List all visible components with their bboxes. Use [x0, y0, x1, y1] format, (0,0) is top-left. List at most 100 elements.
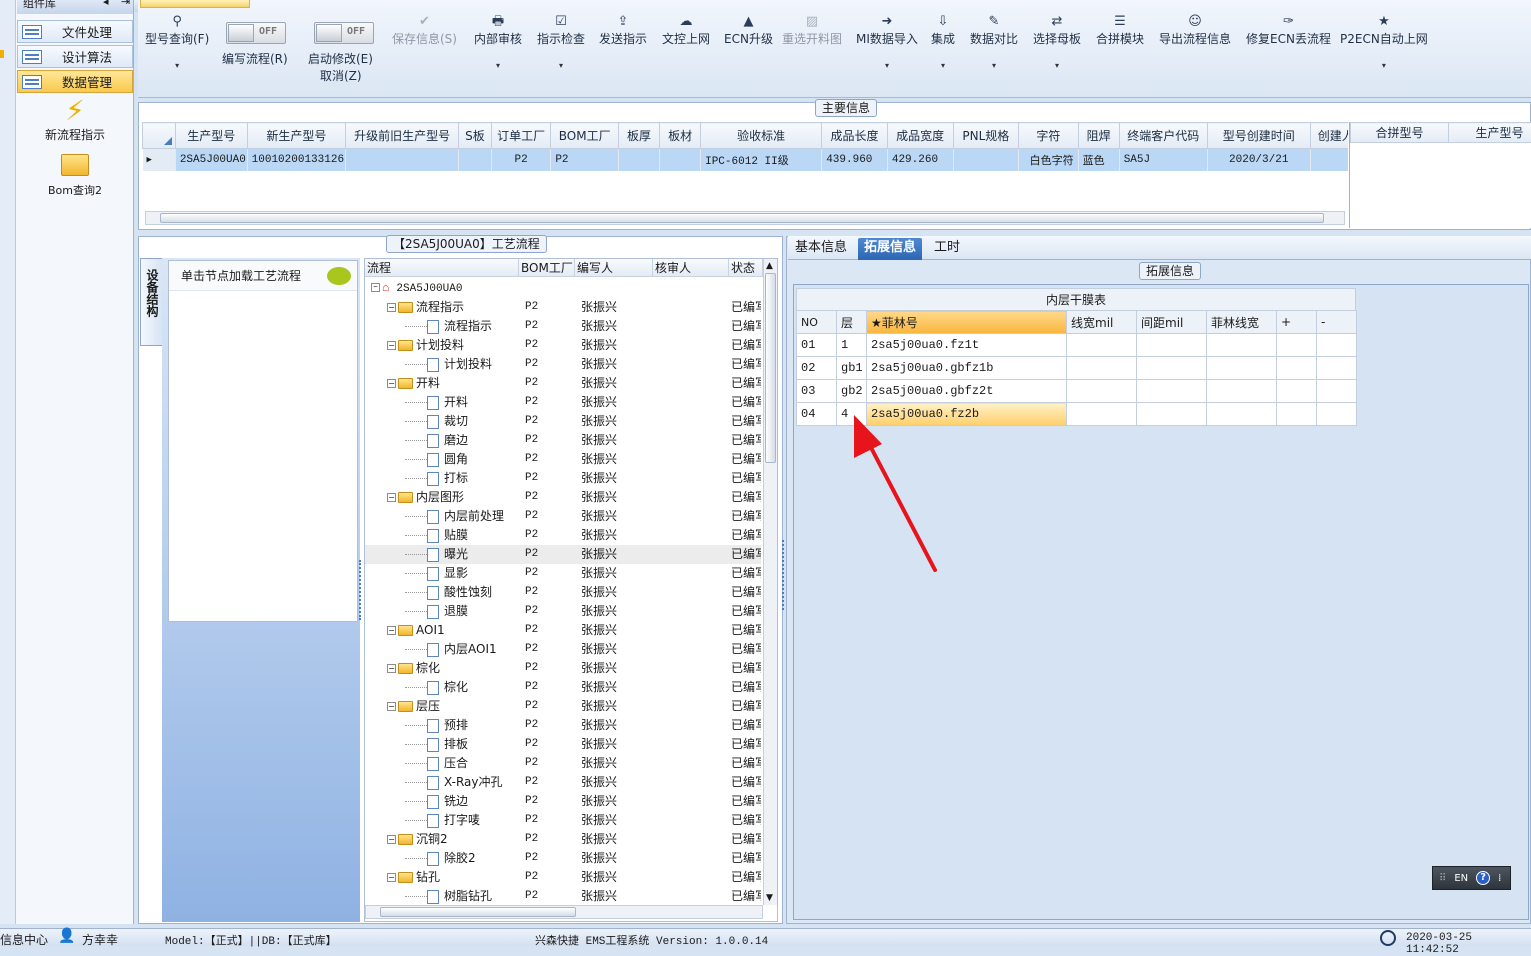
column-header[interactable]: 成品长度 [822, 123, 888, 149]
collapse-icon[interactable]: − [387, 702, 396, 711]
bom-query2-button[interactable]: Bom查询2 [17, 154, 133, 198]
collapse-icon[interactable]: − [387, 873, 396, 882]
scroll-thumb[interactable] [380, 907, 576, 917]
remove-column-button[interactable]: - [1317, 311, 1357, 334]
table-cell[interactable]: 02 [797, 357, 837, 380]
column-header[interactable]: 板厚 [619, 123, 660, 149]
collapse-icon[interactable]: − [387, 303, 396, 312]
column-header[interactable]: 状态 [729, 259, 763, 277]
tree-step-row[interactable]: 磨边P2张振兴已编写 [365, 431, 761, 450]
tree-step-row[interactable]: 开料P2张振兴已编写 [365, 393, 761, 412]
table-cell[interactable]: 1 [837, 334, 867, 357]
column-header[interactable]: 阻焊 [1078, 123, 1119, 149]
back-arrow-icon[interactable]: ◂ [103, 0, 109, 6]
data-compare-button[interactable]: ✎ 数据对比 ▾ [970, 14, 1018, 70]
table-cell[interactable] [1067, 380, 1137, 403]
table-cell[interactable]: IPC-6012 II级 [701, 149, 822, 171]
info-center-label[interactable]: 信息中心 [0, 931, 48, 948]
cancel-label[interactable]: 取消(Z) [320, 67, 362, 84]
table-cell[interactable] [1137, 334, 1207, 357]
table-cell[interactable] [1207, 357, 1277, 380]
select-motherboard-button[interactable]: ⇄ 选择母板 ▾ [1033, 14, 1081, 70]
chevron-down-icon[interactable]: ▾ [537, 61, 585, 70]
table-cell[interactable]: 429.260 [887, 149, 953, 171]
tab-working-hours[interactable]: 工时 [928, 238, 966, 260]
column-header[interactable]: 字符 [1019, 123, 1079, 149]
film-number-cell[interactable]: 2sa5j00ua0.gbfz2t [867, 380, 1067, 403]
tree-step-row[interactable]: 树脂钻孔P2张振兴已编写 [365, 887, 761, 906]
chevron-down-icon[interactable]: ▾ [970, 61, 1018, 70]
scroll-thumb[interactable] [160, 213, 1324, 223]
panel-splitter[interactable] [782, 540, 786, 610]
tree-step-row[interactable]: 除胶2P2张振兴已编写 [365, 849, 761, 868]
table-cell[interactable]: 白色字符 [1019, 149, 1079, 171]
table-cell[interactable]: 03 [797, 380, 837, 403]
collapse-icon[interactable]: − [387, 626, 396, 635]
integration-button[interactable]: ⇩ 集成 ▾ [931, 14, 955, 70]
column-header[interactable]: 终端客户代码 [1119, 123, 1207, 149]
add-column-button[interactable]: + [1277, 311, 1317, 334]
flow-vscrollbar[interactable]: ▼ ▲ [763, 259, 777, 905]
scroll-thumb[interactable] [765, 273, 776, 463]
table-cell[interactable] [1317, 380, 1357, 403]
nav-item-file-processing[interactable]: 文件处理 [17, 20, 133, 43]
ecn-upgrade-button[interactable]: ▲ ECN升级 [724, 14, 773, 47]
chevron-down-icon[interactable]: ▾ [1340, 61, 1428, 70]
mi-data-import-button[interactable]: ➜ MI数据导入 ▾ [856, 14, 918, 70]
tree-step-row[interactable]: 显影P2张振兴已编写 [365, 564, 761, 583]
help-icon[interactable]: ? [1476, 871, 1490, 885]
column-header[interactable]: 升级前旧生产型号 [346, 123, 459, 149]
nav-item-design-algorithm[interactable]: 设计算法 [17, 45, 133, 68]
column-header[interactable]: 线宽mil [1067, 311, 1137, 334]
collapse-icon[interactable]: − [387, 341, 396, 350]
table-cell[interactable] [1277, 380, 1317, 403]
film-row[interactable]: 02gb12sa5j00ua0.gbfz1b [797, 357, 1357, 380]
tree-step-row[interactable]: 贴膜P2张振兴已编写 [365, 526, 761, 545]
instruction-check-button[interactable]: ☑ 指示检查 ▾ [537, 14, 585, 70]
column-header[interactable]: 层 [837, 311, 867, 334]
scroll-down-icon[interactable]: ▼ [766, 893, 773, 903]
tree-folder-row[interactable]: −流程指示P2张振兴已编写 [365, 298, 761, 317]
column-header[interactable]: 流程 [365, 259, 519, 277]
tree-step-row[interactable]: 裁切P2张振兴已编写 [365, 412, 761, 431]
column-header[interactable]: 菲林线宽 [1207, 311, 1277, 334]
column-header[interactable]: 新生产型号 [247, 123, 346, 149]
startup-modify-toggle[interactable]: OFF [314, 22, 374, 44]
chevron-down-icon[interactable]: ▾ [931, 61, 955, 70]
tree-folder-row[interactable]: −内层图形P2张振兴已编写 [365, 488, 761, 507]
table-cell[interactable]: SA5J [1119, 149, 1207, 171]
tree-step-row[interactable]: 压合P2张振兴已编写 [365, 754, 761, 773]
table-cell[interactable] [459, 149, 492, 171]
model-query-button[interactable]: ⚲ 型号查询(F) ▾ [145, 14, 209, 70]
column-header[interactable]: 验收标准 [701, 123, 822, 149]
p2ecn-auto-online-button[interactable]: ★ P2ECN自动上网 ▾ [1340, 14, 1428, 70]
doc-control-online-button[interactable]: ☁ 文控上网 [662, 14, 710, 47]
tree-step-row[interactable]: 退膜P2张振兴已编写 [365, 602, 761, 621]
table-cell[interactable]: 2SA5J00UA0 [175, 149, 247, 171]
column-header[interactable]: PNL规格 [953, 123, 1019, 149]
tree-step-row[interactable]: 曝光P2张振兴已编写 [365, 545, 761, 564]
row-pointer-icon[interactable]: ▶ [143, 149, 176, 171]
table-cell[interactable] [1310, 149, 1348, 171]
table-cell[interactable] [1207, 334, 1277, 357]
table-cell[interactable]: gb1 [837, 357, 867, 380]
internal-review-button[interactable]: 🖶 内部审核 ▾ [474, 14, 522, 70]
film-number-cell[interactable]: 2sa5j00ua0.fz1t [867, 334, 1067, 357]
tree-step-row[interactable]: 打标P2张振兴已编写 [365, 469, 761, 488]
column-header[interactable]: BOM工厂 [551, 123, 619, 149]
collapse-icon[interactable]: − [371, 283, 380, 292]
main-info-hscrollbar[interactable] [145, 211, 1345, 225]
column-header[interactable]: BOM工厂 [519, 259, 575, 277]
table-cell[interactable]: 10010200133126 [247, 149, 346, 171]
table-cell[interactable] [1207, 380, 1277, 403]
collapse-icon[interactable]: − [387, 835, 396, 844]
table-row[interactable]: ▶ 2SA5J00UA0 10010200133126 P2 P2 IPC-60… [143, 149, 1349, 171]
tree-step-row[interactable]: 圆角P2张振兴已编写 [365, 450, 761, 469]
tree-folder-row[interactable]: −层压P2张振兴已编写 [365, 697, 761, 716]
column-header[interactable]: NO [797, 311, 837, 334]
table-cell[interactable] [1067, 403, 1137, 426]
tree-step-row[interactable]: 计划投料P2张振兴已编写 [365, 355, 761, 374]
splitter-handle[interactable] [359, 560, 363, 620]
column-header[interactable]: 成品宽度 [887, 123, 953, 149]
film-number-cell[interactable]: 2sa5j00ua0.gbfz1b [867, 357, 1067, 380]
